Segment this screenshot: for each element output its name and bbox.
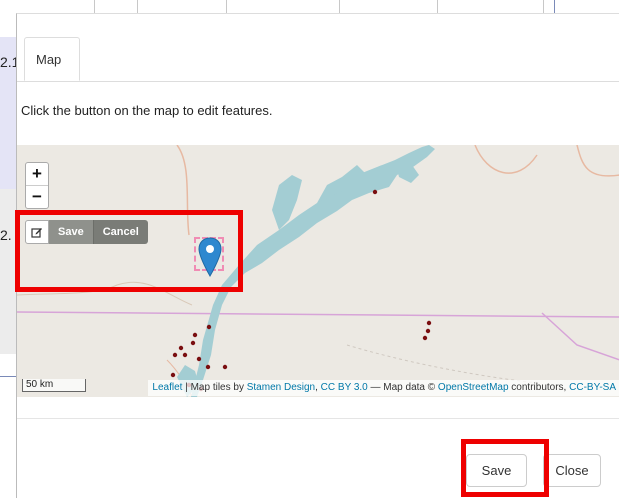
annotation-highlight-edit-toolbar: [15, 210, 243, 292]
tab-map[interactable]: Map: [24, 37, 80, 81]
map-attribution: Leaflet | Map tiles by Stamen Design, CC…: [148, 380, 619, 396]
tab-bar: Map: [17, 37, 619, 82]
attribution-text: contributors,: [508, 382, 570, 393]
background-table-header: [0, 0, 619, 14]
table-cell-divider: [543, 0, 544, 14]
table-cell-divider: [137, 0, 138, 14]
annotation-highlight-save-button: [461, 439, 549, 497]
background-border: [554, 0, 555, 14]
instruction-text: Click the button on the map to edit feat…: [21, 103, 273, 118]
zoom-in-button[interactable]: +: [26, 163, 48, 186]
table-cell-divider: [94, 0, 95, 14]
stamen-link[interactable]: Stamen Design: [247, 382, 315, 393]
table-cell-divider: [226, 0, 227, 14]
openstreetmap-link[interactable]: OpenStreetMap: [438, 382, 509, 393]
scale-bar: 50 km: [22, 379, 86, 392]
leaflet-link[interactable]: Leaflet: [152, 382, 182, 393]
table-cell-divider: [437, 0, 438, 14]
table-cell-divider: [339, 0, 340, 14]
zoom-out-button[interactable]: −: [26, 186, 48, 208]
close-button[interactable]: Close: [543, 454, 601, 487]
cc-by-link[interactable]: CC BY 3.0: [321, 382, 368, 393]
zoom-control: + −: [25, 162, 49, 209]
background-row-number: 2.: [0, 227, 12, 243]
attribution-text: | Map tiles by: [182, 382, 247, 393]
footer-divider: [17, 418, 619, 419]
cc-by-sa-link[interactable]: CC-BY-SA: [569, 382, 616, 393]
attribution-text: — Map data ©: [367, 382, 438, 393]
